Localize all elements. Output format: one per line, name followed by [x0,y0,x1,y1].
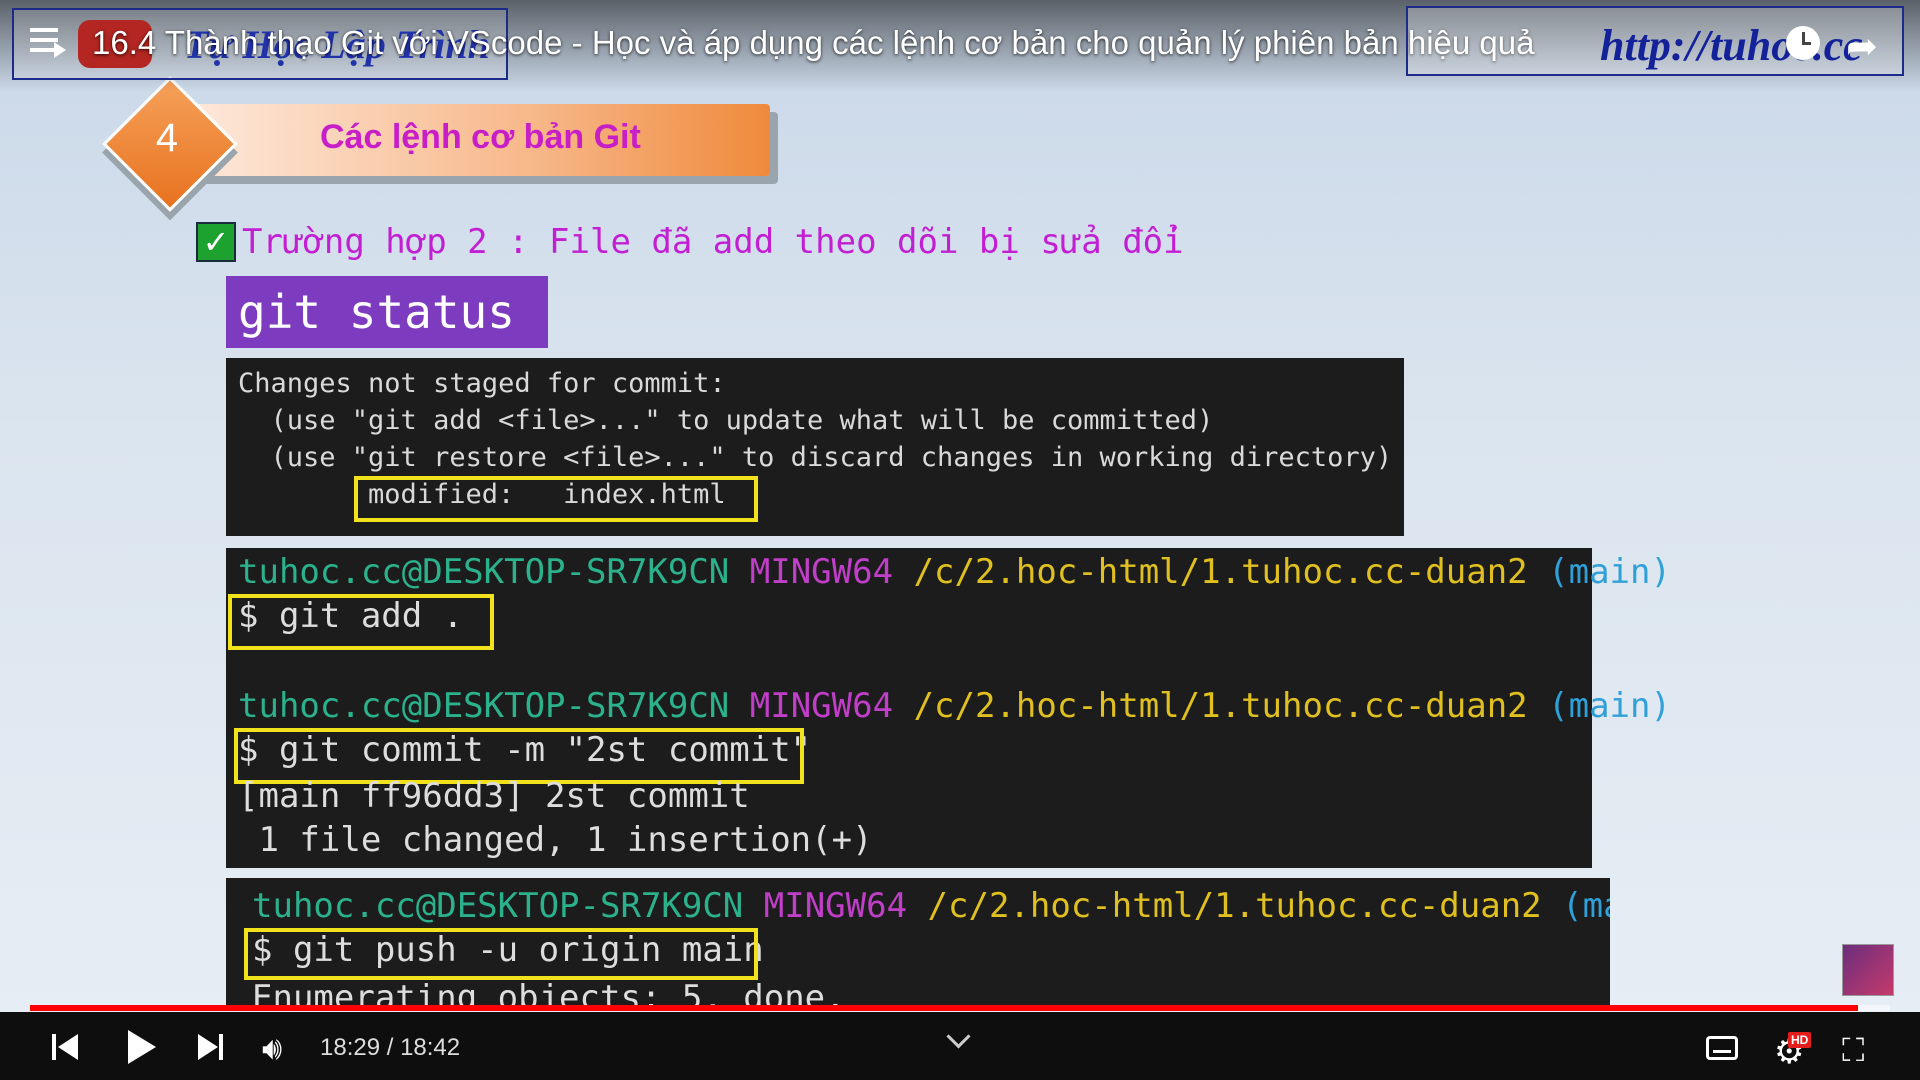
terminal-push: tuhoc.cc@DESKTOP-SR7K9CN MINGW64 /c/2.ho… [226,878,1610,1010]
prompt-user: tuhoc.cc@DESKTOP-SR7K9CN [238,552,730,592]
step-number: 4 [155,116,179,160]
highlight-box [354,476,758,522]
commit-output-1: [main ff96dd3] 2st commit [238,776,750,816]
prompt-path: /c/2.hoc-html/1.tuhoc.cc-duan2 [913,686,1528,726]
status-line-3: (use "git restore <file>..." to discard … [238,442,1393,473]
previous-icon[interactable] [52,1034,78,1060]
prompt-branch: (main) [1548,686,1671,726]
highlight-box [244,928,758,980]
prompt-line: tuhoc.cc@DESKTOP-SR7K9CN MINGW64 /c/2.ho… [238,686,1671,726]
video-title[interactable]: 16.4 Thành thạo Git với VScode - Học và … [92,24,1534,62]
prompt-line: tuhoc.cc@DESKTOP-SR7K9CN MINGW64 /c/2.ho… [252,886,1610,926]
volume-icon[interactable]: 🔊︎ [262,1030,282,1068]
prompt-user: tuhoc.cc@DESKTOP-SR7K9CN [238,686,730,726]
exit-fullscreen-icon[interactable]: ⛶ [1842,1032,1864,1070]
prompt-line: tuhoc.cc@DESKTOP-SR7K9CN MINGW64 /c/2.ho… [238,552,1671,592]
checkmark-icon: ✓ [196,222,236,262]
prompt-env: MINGW64 [749,552,894,592]
status-line-2: (use "git add <file>..." to update what … [238,405,1214,436]
channel-avatar[interactable] [1842,944,1894,996]
command-label: git status [226,276,548,348]
play-icon[interactable] [128,1030,156,1064]
watch-later-icon[interactable] [1786,26,1820,60]
case-description: Trường hợp 2 : File đã add theo dõi bị s… [242,222,1184,262]
highlight-box [228,594,494,650]
prompt-env: MINGW64 [763,886,908,926]
section-header-title: Các lệnh cơ bản Git [320,118,641,156]
playlist-icon[interactable] [30,28,66,58]
prompt-path: /c/2.hoc-html/1.tuhoc.cc-duan2 [913,552,1528,592]
terminal-add-commit: tuhoc.cc@DESKTOP-SR7K9CN MINGW64 /c/2.ho… [226,548,1671,868]
subtitles-icon[interactable] [1706,1036,1738,1060]
next-icon[interactable] [198,1034,224,1060]
prompt-path: /c/2.hoc-html/1.tuhoc.cc-duan2 [927,886,1542,926]
status-line-1: Changes not staged for commit: [238,368,726,399]
share-icon[interactable]: ➦ [1846,24,1878,69]
video-frame[interactable]: Các lệnh cơ bản Git 4 ✓ Trường hợp 2 : F… [0,0,1920,1010]
commit-output-2: 1 file changed, 1 insertion(+) [238,820,873,860]
progress-bar-played[interactable] [30,1005,1859,1011]
time-display: 18:29 / 18:42 [320,1034,461,1061]
terminal-status-output: Changes not staged for commit: (use "git… [226,358,1404,536]
prompt-branch: (main) [1548,552,1671,592]
hd-badge: HD [1788,1032,1812,1048]
prompt-env: MINGW64 [749,686,894,726]
prompt-user: tuhoc.cc@DESKTOP-SR7K9CN [252,886,744,926]
prompt-branch: (main) [1562,886,1610,926]
url-overlay-text: http://tuhoc.cc [1600,21,1863,70]
